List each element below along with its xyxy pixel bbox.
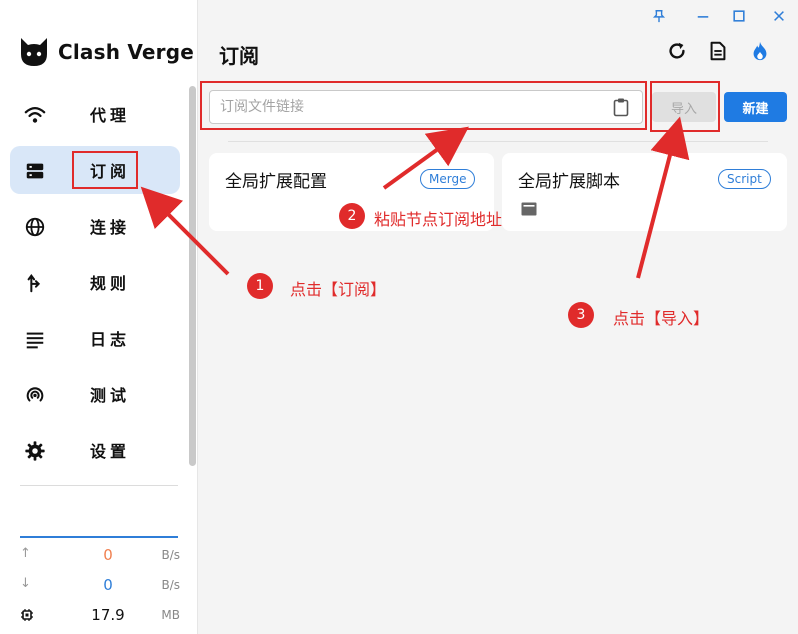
arrow-down-icon: ↓	[20, 576, 31, 591]
card-title: 全局扩展脚本	[518, 172, 620, 192]
divider	[228, 141, 768, 142]
flame-icon[interactable]	[749, 40, 771, 62]
sidebar-item-label: 代理	[90, 106, 131, 125]
app-name: Clash Verge	[58, 40, 195, 64]
upload-value: 0	[103, 546, 113, 564]
minimize-button[interactable]	[693, 6, 713, 26]
pin-icon	[652, 10, 666, 23]
global-script-card[interactable]: 全局扩展脚本 Script	[502, 153, 787, 231]
step-badge: 2	[339, 203, 365, 229]
download-value: 0	[103, 576, 113, 594]
maximize-icon	[733, 10, 745, 22]
divider	[20, 485, 178, 486]
sidebar: Clash Verge 代理 订阅 连接 规则 日志 测试 设置 ↑ 0 B/s…	[0, 0, 198, 634]
sidebar-item-label: 设置	[90, 442, 131, 461]
sidebar-item-proxy[interactable]: 代理	[10, 90, 180, 138]
step-note: 粘贴节点订阅地址	[374, 210, 503, 229]
memory-usage: 17.9 MB	[18, 606, 180, 624]
globe-icon	[25, 217, 45, 237]
cat-logo-icon	[21, 38, 47, 66]
gear-icon	[25, 441, 45, 461]
script-chip: Script	[718, 169, 771, 189]
radar-icon	[26, 387, 44, 402]
clipboard-icon[interactable]	[612, 97, 630, 117]
step-badge: 1	[247, 273, 273, 299]
step-note: 点击【订阅】	[290, 280, 387, 299]
download-unit: B/s	[161, 578, 180, 592]
server-icon	[26, 163, 44, 179]
download-speed: ↓ 0 B/s	[18, 576, 180, 594]
wifi-icon	[24, 107, 46, 123]
upload-unit: B/s	[161, 548, 180, 562]
app-brand: Clash Verge	[18, 36, 194, 68]
card-title: 全局扩展配置	[225, 172, 327, 192]
traffic-graph-baseline	[20, 536, 178, 538]
sidebar-item-label: 订阅	[90, 162, 131, 181]
step-note: 点击【导入】	[613, 309, 710, 328]
arrow-up-icon: ↑	[20, 546, 31, 561]
step-badge: 3	[568, 302, 594, 328]
lines-icon	[26, 332, 44, 349]
sidebar-item-test[interactable]: 测试	[10, 370, 180, 418]
minimize-icon	[697, 16, 709, 18]
sidebar-item-subscribe[interactable]: 订阅	[10, 146, 180, 194]
pin-button[interactable]	[649, 6, 669, 26]
sidebar-item-label: 日志	[90, 330, 131, 349]
merge-chip: Merge	[420, 169, 476, 189]
sidebar-item-label: 规则	[90, 274, 131, 293]
sidebar-scrollbar[interactable]	[189, 86, 196, 466]
sidebar-item-connections[interactable]: 连接	[10, 202, 180, 250]
new-button[interactable]: 新建	[724, 92, 787, 122]
refresh-icon[interactable]	[666, 40, 688, 62]
sidebar-item-label: 连接	[90, 218, 131, 237]
document-icon[interactable]	[707, 40, 729, 62]
sidebar-item-rules[interactable]: 规则	[10, 258, 180, 306]
subscription-url-input[interactable]	[209, 90, 643, 124]
import-button[interactable]: 导入	[652, 92, 716, 122]
fork-icon	[27, 273, 41, 293]
memory-value: 17.9	[91, 606, 125, 624]
sidebar-item-label: 测试	[90, 386, 131, 405]
close-icon	[774, 11, 784, 21]
upload-speed: ↑ 0 B/s	[18, 546, 180, 564]
card-icon	[521, 202, 537, 216]
page-title: 订阅	[219, 44, 259, 68]
chip-icon	[21, 609, 33, 621]
maximize-button[interactable]	[729, 6, 749, 26]
close-button[interactable]	[769, 6, 789, 26]
sidebar-item-settings[interactable]: 设置	[10, 426, 180, 474]
memory-unit: MB	[161, 608, 180, 622]
sidebar-item-logs[interactable]: 日志	[10, 314, 180, 362]
